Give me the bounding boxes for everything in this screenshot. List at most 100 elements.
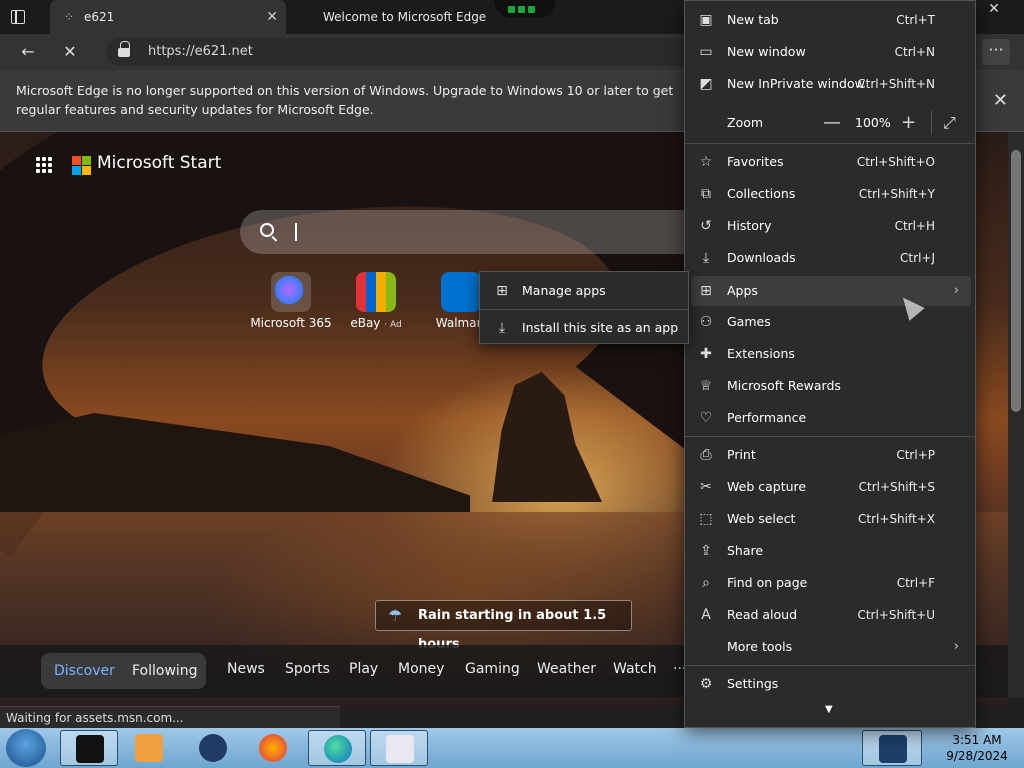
menu-shortcut: Ctrl+Shift+Y bbox=[858, 187, 935, 201]
weather-alert-button[interactable]: ☂ Rain starting in about 1.5 hours bbox=[375, 600, 632, 652]
menu-label: Performance bbox=[727, 410, 807, 425]
walmart-icon bbox=[441, 272, 481, 312]
taskbar-firefox[interactable] bbox=[244, 730, 302, 766]
umbrella-icon: ☂ bbox=[388, 606, 403, 625]
nav-weather[interactable]: Weather bbox=[537, 661, 596, 677]
menu-divider bbox=[685, 436, 975, 437]
submenu-install-site-as-app[interactable]: ⤓ Install this site as an app bbox=[480, 312, 688, 344]
taskbar-media-player[interactable] bbox=[120, 730, 178, 766]
tab-e621[interactable]: ⁘ e621 ✕ bbox=[50, 0, 286, 34]
performance-icon: ♡ bbox=[699, 410, 713, 426]
text-caret bbox=[295, 223, 297, 241]
games-icon: ⚇ bbox=[699, 314, 713, 330]
loading-spinner-icon: ⁘ bbox=[64, 10, 75, 24]
microsoft-365-icon bbox=[271, 272, 311, 312]
menu-share[interactable]: ⇪ Share bbox=[685, 535, 975, 567]
menu-label: Find on page bbox=[727, 575, 808, 590]
menu-web-capture[interactable]: ✂ Web capture Ctrl+Shift+S bbox=[685, 471, 975, 503]
taskbar-app-1[interactable] bbox=[60, 730, 118, 766]
windows-taskbar: 3:51 AM 9/28/2024 bbox=[0, 728, 1024, 768]
menu-new-inprivate-window[interactable]: ◩ New InPrivate window Ctrl+Shift+N bbox=[685, 68, 975, 100]
ebay-icon bbox=[356, 272, 396, 312]
url-text[interactable]: https://e621.net bbox=[148, 38, 253, 66]
tab-close-icon[interactable]: ✕ bbox=[266, 0, 278, 34]
menu-print[interactable]: ⎙ Print Ctrl+P bbox=[685, 439, 975, 471]
extensions-icon: ✚ bbox=[700, 346, 712, 362]
menu-downloads[interactable]: ⤓ Downloads Ctrl+J bbox=[685, 242, 975, 274]
menu-new-window[interactable]: ▭ New window Ctrl+N bbox=[685, 36, 975, 68]
menu-extensions[interactable]: ✚ Extensions bbox=[685, 338, 975, 370]
tab-title: e621 bbox=[84, 10, 115, 24]
web-search-input[interactable] bbox=[240, 210, 690, 254]
menu-divider bbox=[685, 143, 975, 144]
inprivate-icon: ◩ bbox=[699, 76, 713, 92]
tab-welcome[interactable]: Welcome to Microsoft Edge bbox=[290, 0, 510, 34]
star-icon: ☆ bbox=[699, 154, 713, 170]
tab-actions-icon[interactable] bbox=[6, 6, 30, 28]
stop-loading-icon[interactable]: ✕ bbox=[60, 42, 80, 62]
status-bar: Waiting for assets.msn.com... bbox=[0, 706, 340, 728]
taskbar-paint[interactable] bbox=[370, 730, 428, 766]
app-launcher-icon[interactable] bbox=[36, 157, 52, 173]
menu-zoom-row: Zoom — 100% + ⤢ bbox=[685, 105, 975, 141]
menu-shortcut: Ctrl+N bbox=[894, 45, 935, 59]
menu-shortcut: Ctrl+Shift+O bbox=[856, 155, 935, 169]
tab-discover[interactable]: Discover bbox=[54, 661, 115, 681]
fullscreen-icon[interactable]: ⤢ bbox=[943, 105, 956, 141]
quick-link-ebay[interactable]: eBay · Ad bbox=[331, 272, 421, 332]
taskbar-edge[interactable] bbox=[308, 730, 366, 766]
read-aloud-icon: A bbox=[701, 607, 711, 623]
taskbar-globe[interactable] bbox=[184, 730, 242, 766]
menu-label: Read aloud bbox=[727, 607, 798, 622]
nav-money[interactable]: Money bbox=[398, 661, 444, 677]
menu-favorites[interactable]: ☆ Favorites Ctrl+Shift+O bbox=[685, 146, 975, 178]
infobar-close-icon[interactable]: ✕ bbox=[993, 90, 1008, 111]
menu-collections[interactable]: ⧉ Collections Ctrl+Shift+Y bbox=[685, 178, 975, 210]
menu-label: History bbox=[727, 218, 772, 233]
clock-time: 3:51 AM bbox=[952, 733, 1002, 747]
find-icon: ⌕ bbox=[702, 575, 710, 591]
nav-sports[interactable]: Sports bbox=[285, 661, 330, 677]
menu-apps[interactable]: ⊞ Apps › bbox=[691, 276, 971, 306]
window-close-button[interactable]: ✕ bbox=[974, 0, 1014, 18]
chevron-right-icon: › bbox=[953, 283, 959, 298]
quick-link-microsoft-365[interactable]: Microsoft 365 bbox=[246, 272, 336, 332]
menu-web-select[interactable]: ⬚ Web select Ctrl+Shift+X bbox=[685, 503, 975, 535]
page-scrollbar[interactable] bbox=[1008, 132, 1024, 698]
menu-label: Settings bbox=[727, 676, 779, 691]
share-icon: ⇪ bbox=[700, 543, 712, 559]
start-button[interactable] bbox=[6, 729, 46, 767]
back-icon[interactable]: ← bbox=[18, 42, 38, 62]
nav-gaming[interactable]: Gaming bbox=[465, 661, 520, 677]
menu-more-tools[interactable]: More tools › bbox=[685, 631, 975, 663]
menu-find-on-page[interactable]: ⌕ Find on page Ctrl+F bbox=[685, 567, 975, 599]
search-icon bbox=[260, 223, 274, 237]
divider bbox=[931, 111, 932, 135]
lock-icon[interactable] bbox=[118, 41, 130, 57]
submenu-label: Manage apps bbox=[522, 283, 606, 298]
zoom-in-icon[interactable]: + bbox=[901, 105, 916, 141]
menu-label: Extensions bbox=[727, 346, 795, 361]
rewards-icon: ♕ bbox=[699, 378, 713, 394]
menu-history[interactable]: ↺ History Ctrl+H bbox=[685, 210, 975, 242]
submenu-divider bbox=[480, 309, 688, 310]
menu-new-tab[interactable]: ▣ New tab Ctrl+T bbox=[685, 4, 975, 36]
menu-performance[interactable]: ♡ Performance bbox=[685, 402, 975, 434]
menu-shortcut: Ctrl+J bbox=[900, 251, 935, 265]
menu-label: More tools bbox=[727, 639, 793, 654]
nav-play[interactable]: Play bbox=[349, 661, 378, 677]
nav-news[interactable]: News bbox=[227, 661, 265, 677]
menu-read-aloud[interactable]: A Read aloud Ctrl+Shift+U bbox=[685, 599, 975, 631]
nav-watch[interactable]: Watch bbox=[613, 661, 657, 677]
menu-settings[interactable]: ⚙ Settings bbox=[685, 668, 975, 700]
taskbar-clock[interactable]: 3:51 AM 9/28/2024 bbox=[942, 732, 1012, 764]
tray-app[interactable] bbox=[862, 730, 922, 766]
menu-microsoft-rewards[interactable]: ♕ Microsoft Rewards bbox=[685, 370, 975, 402]
tab-following[interactable]: Following bbox=[132, 661, 198, 681]
settings-and-more-button[interactable]: ··· bbox=[982, 39, 1010, 65]
menu-scroll-down-icon[interactable]: ▼ bbox=[825, 704, 835, 715]
zoom-out-icon[interactable]: — bbox=[823, 105, 841, 141]
menu-games[interactable]: ⚇ Games bbox=[685, 306, 975, 338]
address-bar[interactable]: https://e621.net bbox=[106, 38, 696, 66]
submenu-manage-apps[interactable]: ⊞ Manage apps bbox=[480, 275, 688, 307]
